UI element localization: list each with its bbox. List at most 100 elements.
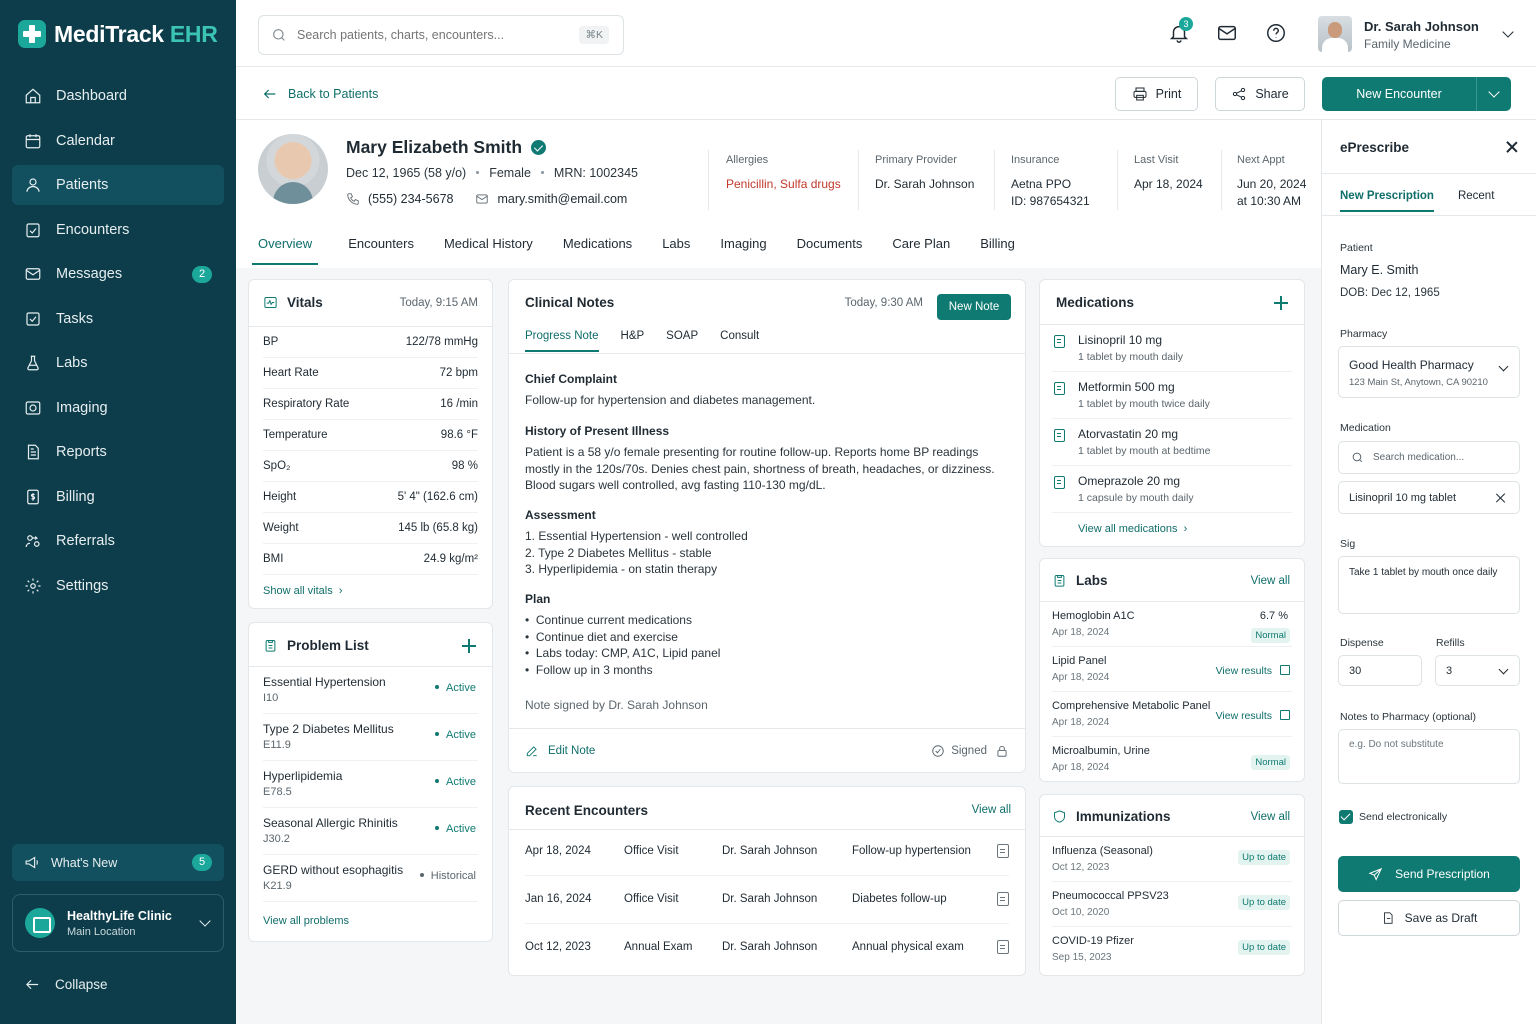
edit-note-button[interactable]: Edit Note xyxy=(525,744,595,758)
medication-row[interactable]: Metformin 500 mg 1 tablet by mouth twice … xyxy=(1052,372,1292,419)
sidebar-item-referrals[interactable]: Referrals xyxy=(12,521,224,561)
immunization-row[interactable]: Pneumococcal PPSV23 Oct 10, 2020 Up to dat… xyxy=(1052,882,1292,927)
notifications-button[interactable]: 3 xyxy=(1168,17,1193,44)
sidebar-item-imaging[interactable]: Imaging xyxy=(12,388,224,428)
sidebar-item-reports[interactable]: Reports xyxy=(12,432,224,472)
save-draft-button[interactable]: Save as Draft xyxy=(1338,900,1520,936)
document-icon[interactable] xyxy=(997,844,1009,858)
sidebar-item-dashboard[interactable]: Dashboard xyxy=(12,76,224,116)
problem-row[interactable]: GERD without esophagitis K21.9 Historical xyxy=(263,855,478,902)
add-medication-button[interactable] xyxy=(1274,296,1288,310)
pill-icon xyxy=(1054,476,1065,489)
sidebar-item-billing[interactable]: Billing xyxy=(12,477,224,517)
app-logo[interactable]: MediTrack EHR xyxy=(18,20,218,48)
tab-hp[interactable]: H&P xyxy=(621,330,645,352)
tab-recent[interactable]: Recent xyxy=(1458,190,1494,212)
pharmacy-notes-textarea[interactable]: e.g. Do not substitute xyxy=(1338,729,1520,784)
immunization-row[interactable]: Influenza (Seasonal) Oct 12, 2023 Up to da… xyxy=(1052,837,1292,882)
medication-row[interactable]: Lisinopril 10 mg 1 tablet by mouth daily xyxy=(1052,325,1292,372)
encounter-date: Apr 18, 2024 xyxy=(525,845,591,857)
tab-consult[interactable]: Consult xyxy=(720,330,759,352)
search-input[interactable] xyxy=(297,28,567,42)
send-prescription-button[interactable]: Send Prescription xyxy=(1338,856,1520,892)
tab-encounters[interactable]: Encounters xyxy=(348,232,414,265)
show-all-vitals-link[interactable]: Show all vitals › xyxy=(263,585,342,597)
dispense-input[interactable]: 30 xyxy=(1338,655,1422,686)
sidebar-item-patients[interactable]: Patients xyxy=(12,165,224,205)
sidebar-item-settings[interactable]: Settings xyxy=(12,566,224,606)
lab-row[interactable]: Lipid Panel Apr 18, 2024 View results xyxy=(1052,647,1292,692)
remove-medication-icon[interactable] xyxy=(1496,493,1506,503)
refills-select[interactable]: 3 xyxy=(1435,655,1520,686)
pharmacy-select[interactable]: Good Health Pharmacy 123 Main St, Anytow… xyxy=(1338,346,1520,398)
sidebar-item-calendar[interactable]: Calendar xyxy=(12,121,224,161)
sidebar-item-messages[interactable]: Messages 2 xyxy=(12,254,224,294)
view-all-problems-link[interactable]: View all problems xyxy=(263,915,349,927)
tab-imaging[interactable]: Imaging xyxy=(720,232,766,265)
problem-row[interactable]: Hyperlipidemia E78.5 Active xyxy=(263,761,478,808)
whats-new-button[interactable]: What's New 5 xyxy=(12,844,224,881)
immunization-name: Influenza (Seasonal) xyxy=(1052,845,1153,857)
tab-medical-history[interactable]: Medical History xyxy=(444,232,533,265)
medication-row[interactable]: Omeprazole 20 mg 1 capsule by mouth daily xyxy=(1052,466,1292,513)
clinic-switcher[interactable]: HealthyLife Clinic Main Location xyxy=(12,894,224,952)
medication-search-input[interactable]: Search medication... xyxy=(1373,452,1464,463)
document-icon[interactable] xyxy=(997,940,1009,954)
view-results-link[interactable]: View results xyxy=(1216,665,1272,677)
add-problem-button[interactable] xyxy=(462,639,476,653)
patient-phone[interactable]: (555) 234-5678 xyxy=(368,192,453,206)
user-menu[interactable]: Dr. Sarah Johnson Family Medicine xyxy=(1318,16,1518,52)
view-all-medications-link[interactable]: View all medications › xyxy=(1078,523,1187,535)
view-all-labs-link[interactable]: View all xyxy=(1251,575,1290,587)
share-button[interactable]: Share xyxy=(1215,77,1305,111)
immunizations-title: Immunizations xyxy=(1076,809,1171,824)
lab-date: Apr 18, 2024 xyxy=(1052,627,1110,638)
global-search[interactable]: ⌘K xyxy=(258,15,624,55)
send-electronically-checkbox[interactable] xyxy=(1339,810,1353,824)
sidebar-item-labs[interactable]: Labs xyxy=(12,343,224,383)
tab-soap[interactable]: SOAP xyxy=(666,330,698,352)
encounter-row[interactable]: Oct 12, 2023 Annual Exam Dr. Sarah Johnson… xyxy=(525,924,1009,972)
lab-row[interactable]: Comprehensive Metabolic Panel Apr 18, 202… xyxy=(1052,692,1292,737)
encounter-row[interactable]: Jan 16, 2024 Office Visit Dr. Sarah Johnso… xyxy=(525,876,1009,924)
tab-overview[interactable]: Overview xyxy=(252,232,319,265)
new-encounter-dropdown[interactable] xyxy=(1476,77,1511,111)
encounter-row[interactable]: Apr 18, 2024 Office Visit Dr. Sarah Johnso… xyxy=(525,828,1009,876)
document-icon[interactable] xyxy=(997,892,1009,906)
tab-new-prescription[interactable]: New Prescription xyxy=(1340,190,1434,212)
print-button[interactable]: Print xyxy=(1115,77,1198,111)
nav-menu: Dashboard Calendar Patients Encounters M… xyxy=(12,76,224,610)
medication-search[interactable]: Search medication... xyxy=(1338,441,1520,474)
view-all-encounters-link[interactable]: View all xyxy=(972,804,1011,816)
close-icon[interactable] xyxy=(1506,141,1518,153)
encounter-reason: Annual physical exam xyxy=(852,941,964,953)
lab-row[interactable]: Hemoglobin A1C Apr 18, 2024 6.7 % Normal xyxy=(1052,602,1292,647)
problem-row[interactable]: Seasonal Allergic Rhinitis J30.2 Active xyxy=(263,808,478,855)
new-note-button[interactable]: New Note xyxy=(937,294,1011,320)
help-button[interactable] xyxy=(1265,22,1287,44)
view-results-link[interactable]: View results xyxy=(1216,710,1272,722)
collapse-button[interactable]: Collapse xyxy=(24,976,108,993)
external-link-icon[interactable] xyxy=(1280,665,1290,675)
tab-billing[interactable]: Billing xyxy=(980,232,1015,265)
tab-care-plan[interactable]: Care Plan xyxy=(892,232,950,265)
messages-button[interactable] xyxy=(1216,22,1238,44)
sidebar-item-encounters[interactable]: Encounters xyxy=(12,210,224,250)
lab-row[interactable]: Microalbumin, Urine Apr 18, 2024 Normal xyxy=(1052,737,1292,782)
new-encounter-button[interactable]: New Encounter xyxy=(1322,77,1511,111)
external-link-icon[interactable] xyxy=(1280,710,1290,720)
patient-email[interactable]: mary.smith@email.com xyxy=(497,192,627,206)
problem-row[interactable]: Essential Hypertension I10 Active xyxy=(263,667,478,714)
sig-textarea[interactable]: Take 1 tablet by mouth once daily xyxy=(1338,556,1520,614)
medication-row[interactable]: Atorvastatin 20 mg 1 tablet by mouth at b… xyxy=(1052,419,1292,466)
tab-medications[interactable]: Medications xyxy=(563,232,632,265)
signed-status: Signed xyxy=(931,744,1009,758)
tab-progress-note[interactable]: Progress Note xyxy=(525,330,599,352)
immunization-row[interactable]: COVID-19 Pfizer Sep 15, 2023 Up to date xyxy=(1052,927,1292,972)
back-to-patients-link[interactable]: Back to Patients xyxy=(262,86,378,102)
tab-labs[interactable]: Labs xyxy=(662,232,690,265)
problem-row[interactable]: Type 2 Diabetes Mellitus E11.9 Active xyxy=(263,714,478,761)
view-all-immunizations-link[interactable]: View all xyxy=(1251,811,1290,823)
tab-documents[interactable]: Documents xyxy=(797,232,863,265)
sidebar-item-tasks[interactable]: Tasks xyxy=(12,299,224,339)
